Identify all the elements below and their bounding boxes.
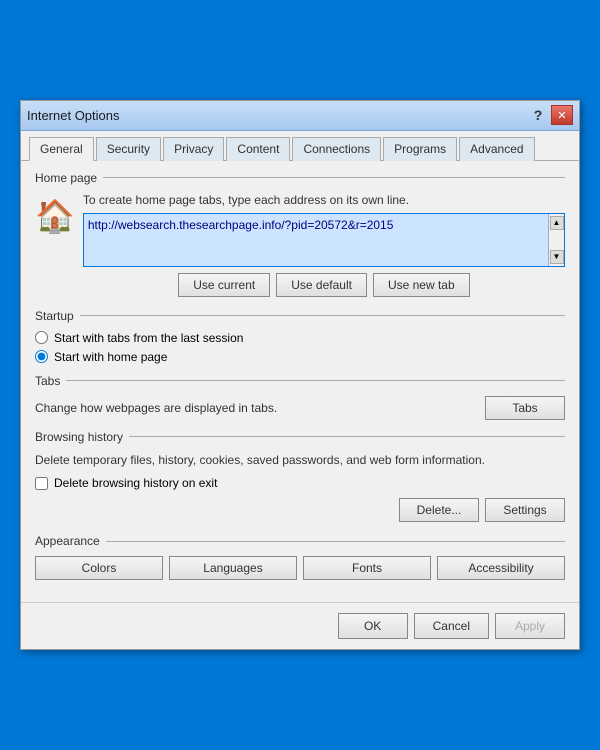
tabs-section: Tabs Change how webpages are displayed i… (35, 374, 565, 420)
tab-connections[interactable]: Connections (292, 137, 381, 161)
delete-history-checkbox-row: Delete browsing history on exit (35, 476, 565, 490)
tab-content[interactable]: Content (226, 137, 290, 161)
dialog-content: Home page 🏠 To create home page tabs, ty… (21, 161, 579, 603)
delete-history-label: Delete browsing history on exit (54, 476, 217, 490)
apply-button[interactable]: Apply (495, 613, 565, 639)
delete-history-checkbox[interactable] (35, 477, 48, 490)
startup-option1-radio[interactable] (35, 331, 48, 344)
url-scrollbar: ▲ ▼ (548, 214, 564, 266)
delete-settings-row: Delete... Settings (35, 498, 565, 522)
help-button[interactable]: ? (527, 105, 549, 125)
use-new-tab-button[interactable]: Use new tab (373, 273, 470, 297)
use-current-button[interactable]: Use current (178, 273, 270, 297)
tab-security[interactable]: Security (96, 137, 161, 161)
dialog-footer: OK Cancel Apply (21, 602, 579, 649)
settings-button[interactable]: Settings (485, 498, 565, 522)
startup-title: Startup (35, 309, 565, 323)
title-controls: ? ✕ (527, 105, 573, 125)
appearance-section: Appearance Colors Languages Fonts Access… (35, 534, 565, 580)
browsing-history-title: Browsing history (35, 430, 565, 444)
colors-button[interactable]: Colors (35, 556, 163, 580)
languages-button[interactable]: Languages (169, 556, 297, 580)
accessibility-button[interactable]: Accessibility (437, 556, 565, 580)
tab-general[interactable]: General (29, 137, 94, 161)
tabs-bar: General Security Privacy Content Connect… (21, 131, 579, 161)
startup-option1-row: Start with tabs from the last session (35, 331, 565, 345)
url-box-wrapper: http://websearch.thesearchpage.info/?pid… (83, 213, 565, 267)
title-bar-left: Internet Options (27, 108, 120, 123)
home-page-row: 🏠 To create home page tabs, type each ad… (35, 193, 565, 297)
title-bar: Internet Options ? ✕ (21, 101, 579, 131)
tab-programs[interactable]: Programs (383, 137, 457, 161)
home-page-title: Home page (35, 171, 565, 185)
appearance-row: Colors Languages Fonts Accessibility (35, 556, 565, 580)
close-button[interactable]: ✕ (551, 105, 573, 125)
tabs-button[interactable]: Tabs (485, 396, 565, 420)
tabs-desc: Change how webpages are displayed in tab… (35, 401, 277, 415)
startup-section: Startup Start with tabs from the last se… (35, 309, 565, 364)
scroll-down-btn[interactable]: ▼ (550, 250, 564, 264)
startup-option2-row: Start with home page (35, 350, 565, 364)
home-page-btn-row: Use current Use default Use new tab (83, 273, 565, 297)
startup-option1-label: Start with tabs from the last session (54, 331, 243, 345)
url-textarea[interactable]: http://websearch.thesearchpage.info/?pid… (84, 214, 548, 266)
browsing-history-section: Browsing history Delete temporary files,… (35, 430, 565, 523)
home-page-section: Home page 🏠 To create home page tabs, ty… (35, 171, 565, 297)
tabs-section-title: Tabs (35, 374, 565, 388)
home-page-right: To create home page tabs, type each addr… (83, 193, 565, 297)
tab-privacy[interactable]: Privacy (163, 137, 224, 161)
appearance-title: Appearance (35, 534, 565, 548)
internet-options-dialog: Internet Options ? ✕ General Security Pr… (20, 100, 580, 651)
use-default-button[interactable]: Use default (276, 273, 367, 297)
ok-button[interactable]: OK (338, 613, 408, 639)
scroll-up-btn[interactable]: ▲ (550, 216, 564, 230)
fonts-button[interactable]: Fonts (303, 556, 431, 580)
tab-advanced[interactable]: Advanced (459, 137, 534, 161)
tabs-row: Change how webpages are displayed in tab… (35, 396, 565, 420)
dialog-title: Internet Options (27, 108, 120, 123)
delete-button[interactable]: Delete... (399, 498, 479, 522)
startup-option2-radio[interactable] (35, 350, 48, 363)
house-icon: 🏠 (35, 197, 75, 235)
browsing-history-desc: Delete temporary files, history, cookies… (35, 452, 565, 469)
cancel-button[interactable]: Cancel (414, 613, 489, 639)
startup-option2-label: Start with home page (54, 350, 167, 364)
home-page-desc: To create home page tabs, type each addr… (83, 193, 565, 207)
